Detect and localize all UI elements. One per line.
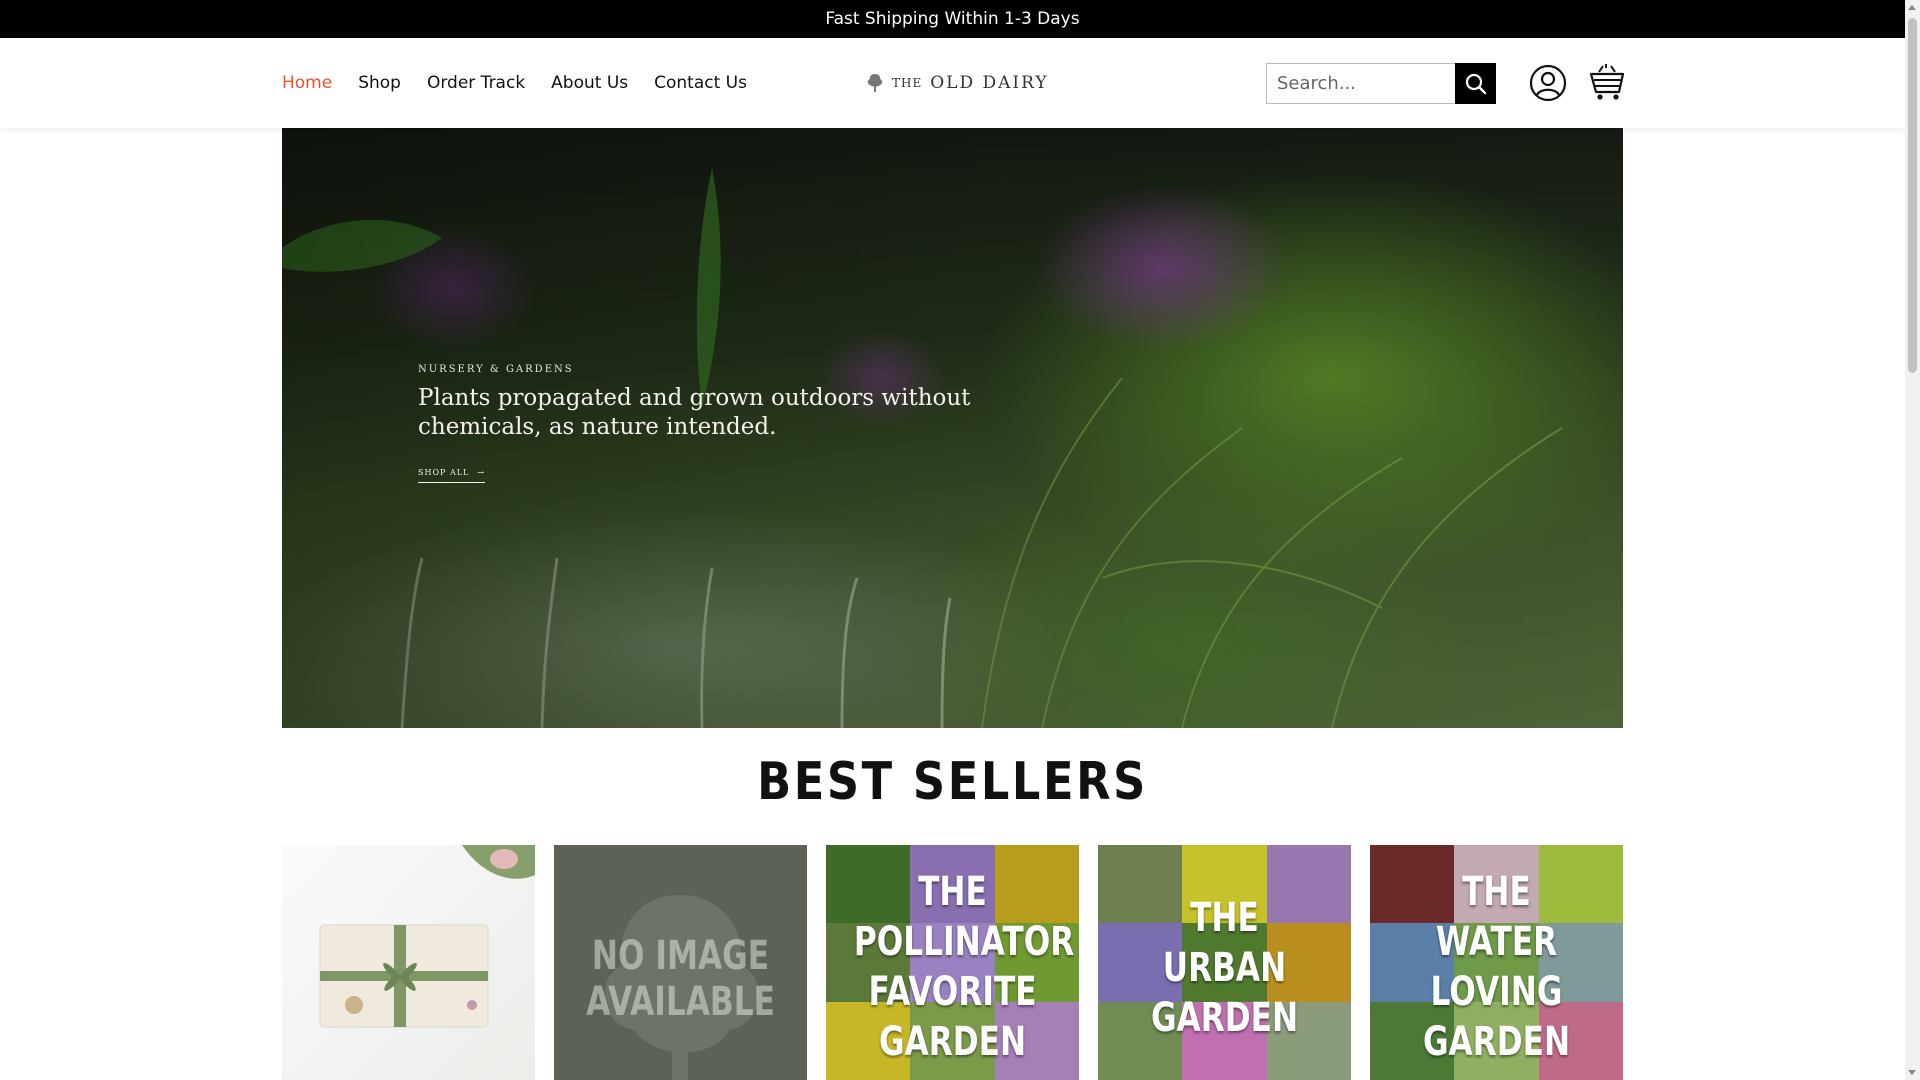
search-input[interactable] [1266,63,1455,104]
search-button[interactable] [1455,63,1496,104]
account-button[interactable] [1529,64,1567,102]
product-image-text: THE WATER LOVING GARDEN [1422,869,1571,1065]
arrow-right-icon: → [477,468,486,477]
scrollbar-thumb[interactable] [1908,18,1917,373]
hero-shop-all-link[interactable]: SHOP ALL → [418,468,486,483]
cart-icon [1589,64,1625,100]
product-card-water-loving-garden[interactable]: THE WATER LOVING GARDEN [1370,845,1623,1080]
product-image-text: THE POLLINATOR FAVORITE GARDEN [853,869,1075,1065]
product-card-urban-garden[interactable]: THE URBAN GARDEN [1098,845,1351,1080]
hero-banner[interactable]: NURSERY & GARDENS Plants propagated and … [282,128,1623,728]
site-header: Home Shop Order Track About Us Contact U… [0,38,1905,128]
nav-home[interactable]: Home [282,73,332,93]
logo-prefix: THE [892,76,923,90]
product-image-text: THE URBAN GARDEN [1150,895,1299,1041]
best-sellers-title: BEST SELLERS [757,752,1148,812]
gift-box-image [319,845,535,1028]
search-form [1266,63,1496,104]
nav-about-us[interactable]: About Us [551,73,628,93]
nav-contact-us[interactable]: Contact Us [654,73,747,93]
page-scrollbar[interactable] [1905,0,1920,1080]
site-logo[interactable]: THE OLD DAIRY [866,68,1049,98]
announcement-text: Fast Shipping Within 1-3 Days [825,9,1080,29]
logo-name: OLD DAIRY [930,73,1049,93]
product-card-no-image[interactable]: NO IMAGE AVAILABLE [554,845,807,1080]
announcement-bar: Fast Shipping Within 1-3 Days [0,0,1905,38]
tree-icon [867,74,883,92]
scroll-down-arrow-icon[interactable] [1908,1070,1916,1075]
account-icon [1529,64,1567,102]
nav-order-track[interactable]: Order Track [427,73,525,93]
main-nav: Home Shop Order Track About Us Contact U… [282,38,747,128]
scroll-up-arrow-icon[interactable] [1908,5,1916,10]
product-card-pollinator-garden[interactable]: THE POLLINATOR FAVORITE GARDEN [826,845,1079,1080]
product-card-gift[interactable] [282,845,535,1080]
hero-title: Plants propagated and grown outdoors wit… [418,385,971,440]
nav-shop[interactable]: Shop [358,73,401,93]
hero-kicker: NURSERY & GARDENS [418,364,574,375]
hero-link-label: SHOP ALL [418,468,470,477]
cart-button[interactable] [1589,62,1625,102]
search-icon [1465,73,1486,94]
best-sellers-grid: NO IMAGE AVAILABLE THE POLLINATOR FAVORI… [282,845,1623,1080]
product-image-text: NO IMAGE AVAILABLE [586,933,775,1025]
